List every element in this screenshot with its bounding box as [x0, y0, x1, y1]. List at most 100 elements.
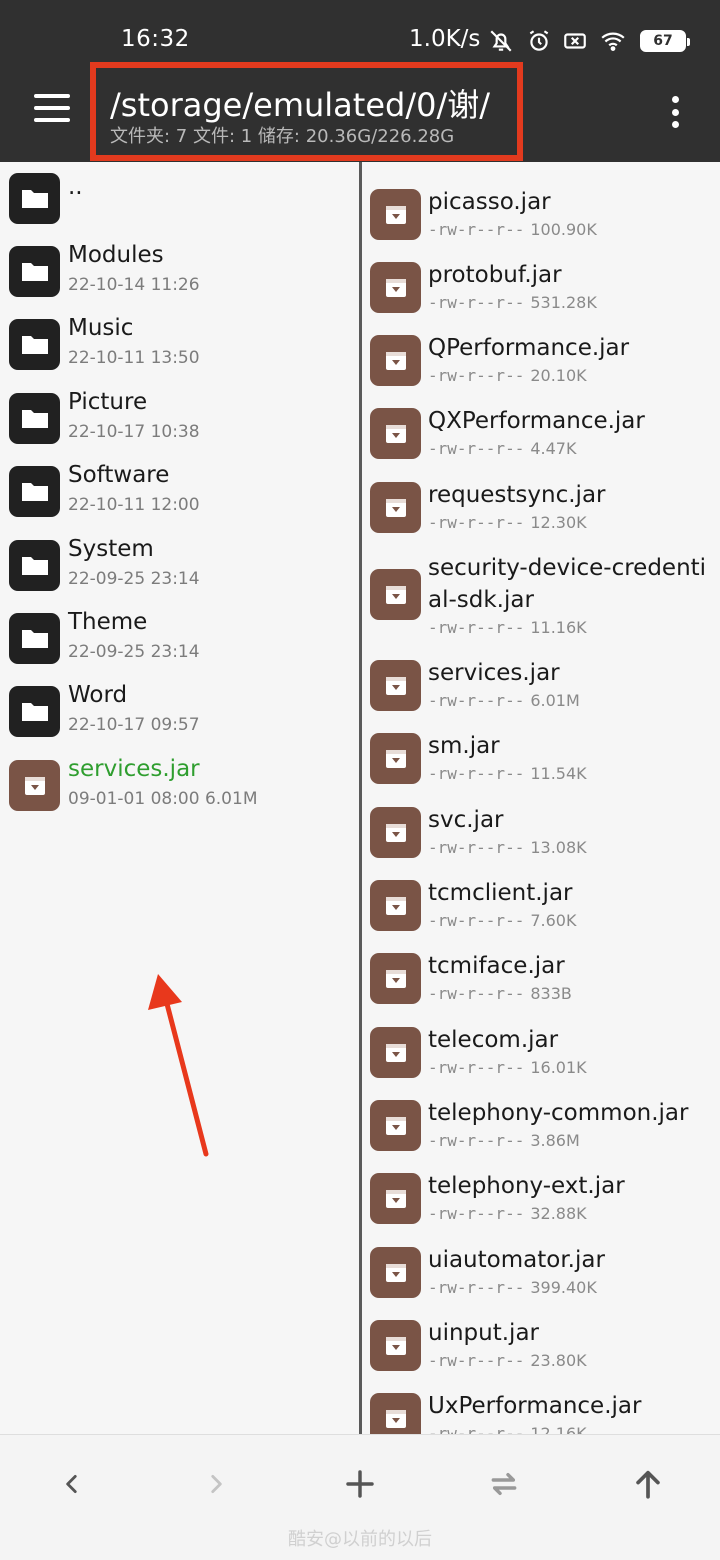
archive-icon — [370, 189, 421, 240]
list-item[interactable]: telecom.jar -rw-r--r-- 16.01K — [362, 1014, 720, 1087]
app-bar: /storage/emulated/0/谢/ 文件夹: 7 文件: 1 储存: … — [0, 62, 720, 162]
list-item[interactable]: services.jar -rw-r--r-- 6.01M — [362, 647, 720, 720]
list-item[interactable]: telephony-common.jar -rw-r--r-- 3.86M — [362, 1087, 720, 1160]
list-item[interactable]: requestsync.jar -rw-r--r-- 12.30K — [362, 469, 720, 542]
item-meta: -rw-r--r-- 23.80K — [428, 1351, 587, 1370]
watermark: 酷安@以前的以后 — [288, 1529, 432, 1550]
item-name: protobuf.jar — [428, 262, 562, 288]
archive-icon — [370, 733, 421, 784]
status-bar: 16:32 1.0K/s 67 — [0, 0, 720, 62]
archive-icon — [370, 807, 421, 858]
item-meta: 09-01-01 08:00 6.01M — [68, 789, 258, 809]
right-file-pane[interactable]: picasso.jar -rw-r--r-- 100.90K protobuf.j… — [362, 162, 720, 1434]
archive-icon — [370, 1027, 421, 1078]
item-name: UxPerformance.jar — [428, 1393, 642, 1419]
list-item[interactable]: Picture 22-10-17 10:38 — [0, 382, 360, 455]
list-item[interactable]: System 22-09-25 23:14 — [0, 529, 360, 602]
item-meta: 22-10-17 09:57 — [68, 715, 200, 735]
item-meta: 22-10-11 12:00 — [68, 495, 200, 515]
back-icon[interactable] — [42, 1459, 102, 1509]
item-name: sm.jar — [428, 733, 500, 759]
item-meta: -rw-r--r-- 32.88K — [428, 1204, 587, 1223]
item-name: .. — [68, 174, 83, 200]
item-name: Picture — [68, 389, 148, 415]
no-sim-icon — [560, 26, 590, 56]
item-name: telephony-ext.jar — [428, 1173, 625, 1199]
list-item[interactable]: uiautomator.jar -rw-r--r-- 399.40K — [362, 1234, 720, 1307]
current-path[interactable]: /storage/emulated/0/谢/ — [110, 80, 490, 126]
item-name: tcmclient.jar — [428, 880, 573, 906]
item-name: Software — [68, 462, 170, 488]
folder-icon — [9, 319, 60, 370]
archive-icon — [370, 1247, 421, 1298]
archive-icon — [370, 335, 421, 386]
list-item[interactable]: Theme 22-09-25 23:14 — [0, 602, 360, 675]
forward-icon[interactable] — [186, 1459, 246, 1509]
list-item[interactable]: security-device-credential-sdk.jar -rw-r… — [362, 542, 720, 647]
item-name: services.jar — [428, 660, 560, 686]
archive-icon — [370, 482, 421, 533]
item-name: System — [68, 536, 154, 562]
network-speed: 1.0K/s — [409, 26, 481, 52]
archive-icon — [370, 880, 421, 931]
list-item[interactable]: QPerformance.jar -rw-r--r-- 20.10K — [362, 322, 720, 395]
list-item[interactable]: picasso.jar -rw-r--r-- 100.90K — [362, 176, 720, 249]
list-item[interactable]: uinput.jar -rw-r--r-- 23.80K — [362, 1307, 720, 1380]
item-name: Theme — [68, 609, 148, 635]
item-meta: -rw-r--r-- 16.01K — [428, 1058, 587, 1077]
list-item-selected[interactable]: services.jar 09-01-01 08:00 6.01M — [0, 749, 360, 822]
list-item[interactable]: svc.jar -rw-r--r-- 13.08K — [362, 794, 720, 867]
item-meta: -rw-r--r-- 20.10K — [428, 366, 587, 385]
item-meta: -rw-r--r-- 100.90K — [428, 220, 597, 239]
annotation-arrow — [148, 974, 209, 1157]
list-item[interactable]: UxPerformance.jar -rw-r--r-- 12.16K — [362, 1380, 720, 1434]
folder-icon — [9, 173, 60, 224]
mute-icon — [486, 26, 516, 56]
status-time: 16:32 — [121, 26, 190, 52]
archive-icon — [370, 1320, 421, 1371]
folder-icon — [9, 466, 60, 517]
item-meta: 22-10-17 10:38 — [68, 422, 200, 442]
item-meta: 22-09-25 23:14 — [68, 642, 200, 662]
item-name: QPerformance.jar — [428, 335, 630, 361]
item-name: QXPerformance.jar — [428, 408, 645, 434]
wifi-icon — [598, 26, 628, 56]
list-item[interactable]: protobuf.jar -rw-r--r-- 531.28K — [362, 249, 720, 322]
item-name: security-device-credential-sdk.jar — [428, 555, 707, 613]
list-item[interactable]: QXPerformance.jar -rw-r--r-- 4.47K — [362, 395, 720, 468]
archive-icon — [370, 569, 421, 620]
archive-icon — [370, 660, 421, 711]
up-icon[interactable] — [618, 1459, 678, 1509]
item-name: telecom.jar — [428, 1027, 559, 1053]
left-file-pane[interactable]: .. Modules 22-10-14 11:26 Music 22-10-11… — [0, 162, 360, 1434]
partial-row-meta — [428, 162, 438, 167]
list-item[interactable]: Word 22-10-17 09:57 — [0, 675, 360, 748]
folder-icon — [9, 613, 60, 664]
list-item[interactable]: sm.jar -rw-r--r-- 11.54K — [362, 720, 720, 793]
storage-summary: 文件夹: 7 文件: 1 储存: 20.36G/226.28G — [110, 126, 455, 147]
archive-icon — [370, 1393, 421, 1434]
archive-icon — [370, 408, 421, 459]
more-options-button[interactable] — [660, 94, 690, 130]
add-icon[interactable] — [330, 1459, 390, 1509]
item-meta: 22-10-14 11:26 — [68, 275, 200, 295]
list-item[interactable]: tcmiface.jar -rw-r--r-- 833B — [362, 940, 720, 1013]
list-item[interactable]: Modules 22-10-14 11:26 — [0, 235, 360, 308]
swap-icon[interactable] — [474, 1459, 534, 1509]
list-item[interactable]: telephony-ext.jar -rw-r--r-- 32.88K — [362, 1160, 720, 1233]
item-meta: -rw-r--r-- 11.16K — [428, 618, 587, 637]
list-item[interactable]: .. — [0, 162, 360, 235]
folder-icon — [9, 540, 60, 591]
bottom-toolbar: 酷安@以前的以后 — [0, 1434, 720, 1560]
list-item[interactable]: tcmclient.jar -rw-r--r-- 7.60K — [362, 867, 720, 940]
item-name: telephony-common.jar — [428, 1100, 689, 1126]
archive-icon — [370, 262, 421, 313]
list-item[interactable]: Software 22-10-11 12:00 — [0, 455, 360, 528]
folder-icon — [9, 246, 60, 297]
item-meta: -rw-r--r-- 3.86M — [428, 1131, 580, 1150]
item-meta: -rw-r--r-- 12.16K — [428, 1424, 587, 1434]
list-item[interactable]: Music 22-10-11 13:50 — [0, 308, 360, 381]
folder-icon — [9, 393, 60, 444]
menu-button[interactable] — [30, 94, 74, 130]
item-meta: -rw-r--r-- 833B — [428, 984, 572, 1003]
